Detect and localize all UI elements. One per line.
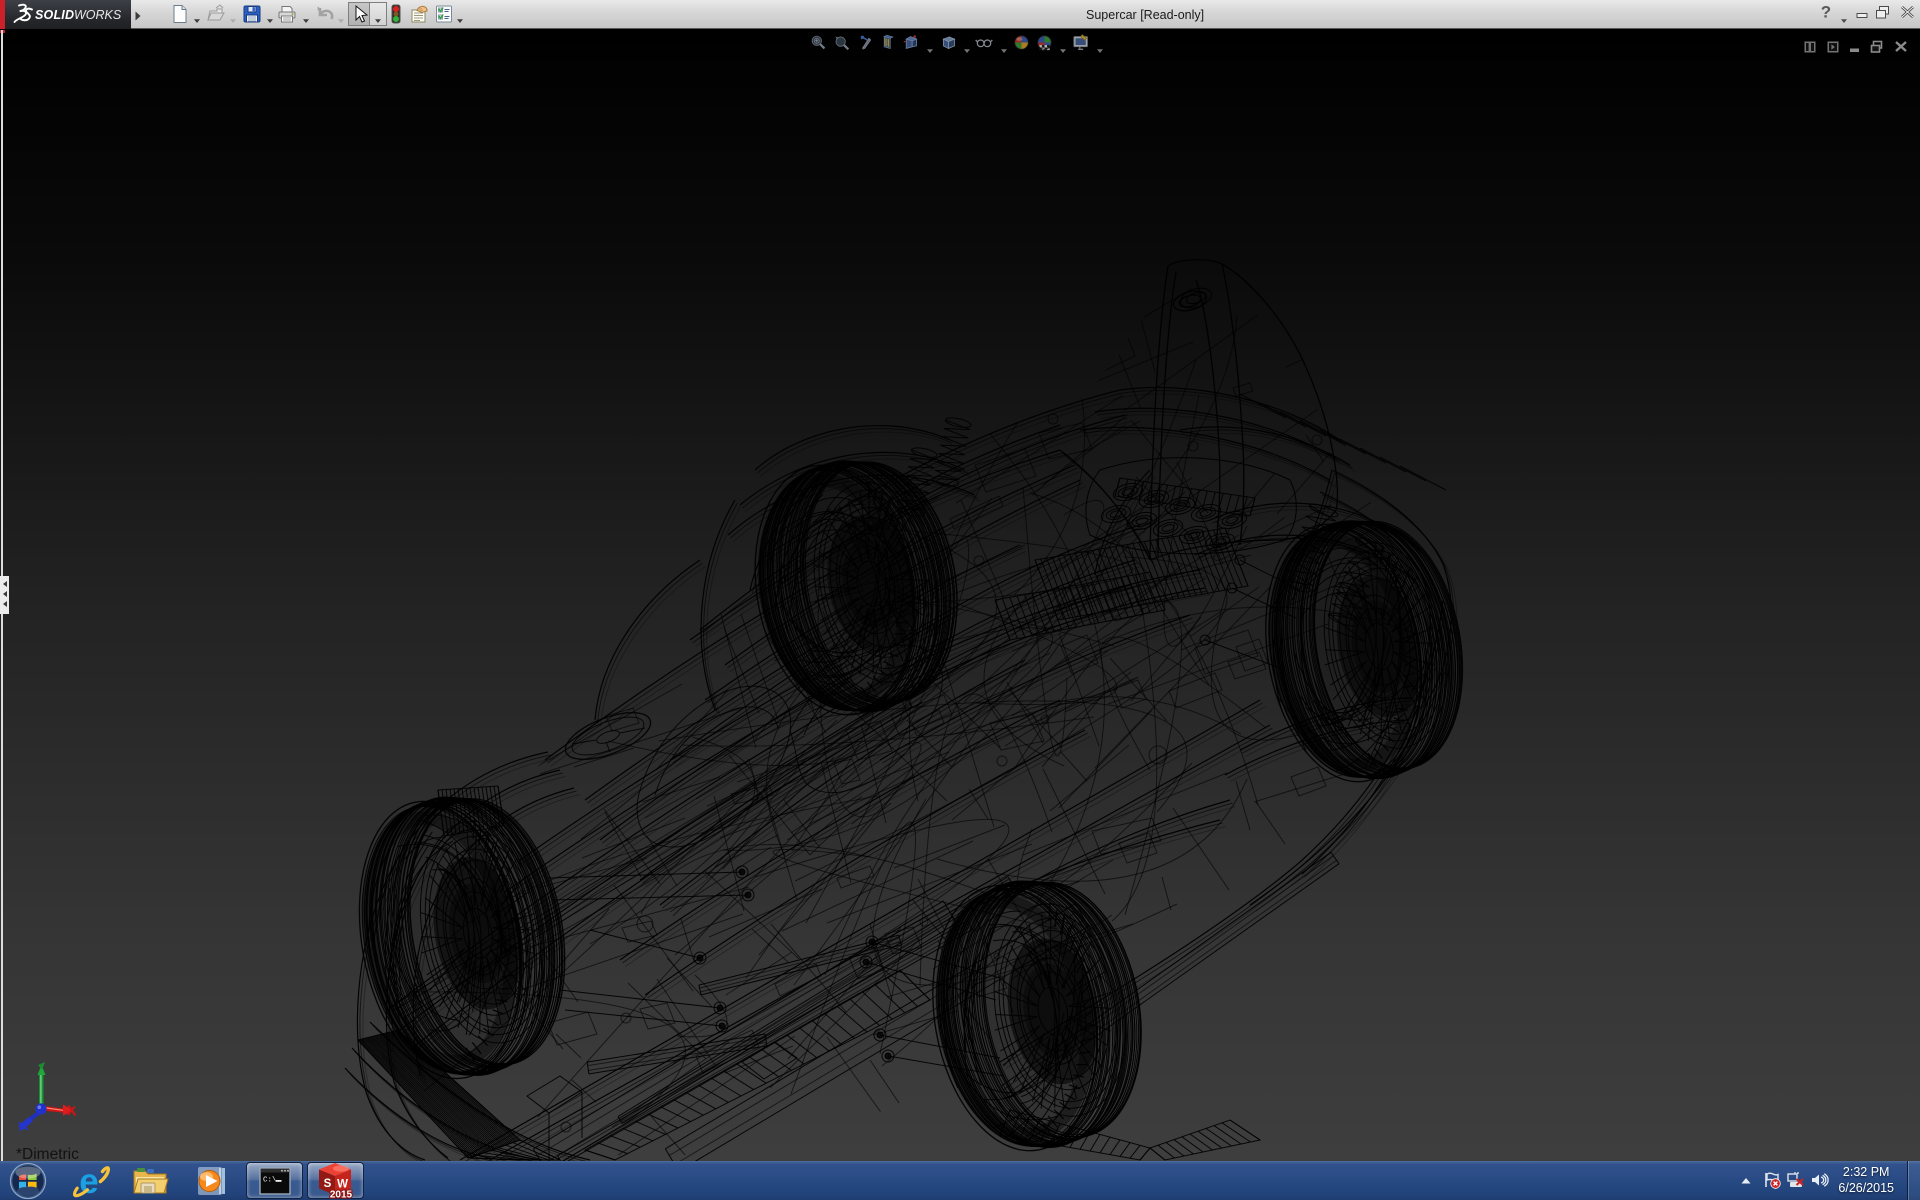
svg-text:C:\: C:\ (263, 1177, 277, 1185)
svg-text:S: S (324, 1178, 332, 1190)
svg-text:2015: 2015 (330, 1190, 353, 1200)
svg-text:?: ? (1821, 3, 1831, 21)
